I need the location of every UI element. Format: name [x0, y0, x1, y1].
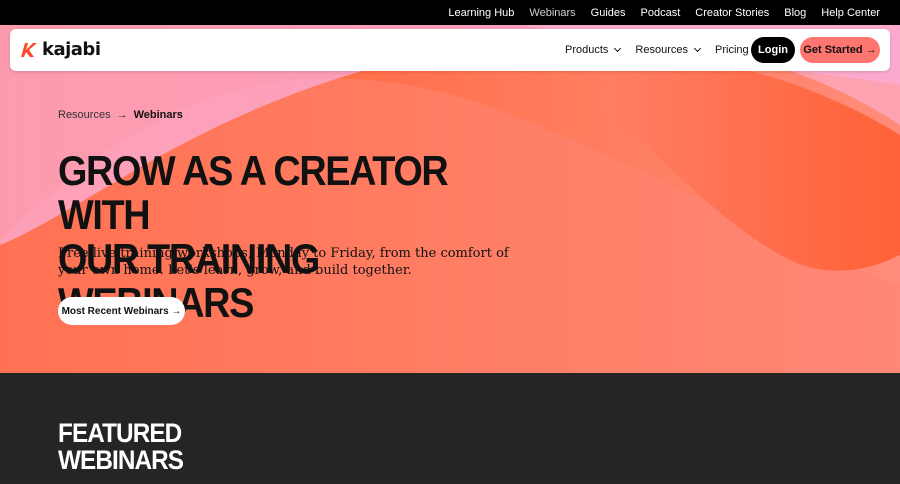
featured-webinars-heading: FEATURED WEBINARS: [58, 418, 184, 475]
utility-link-help-center[interactable]: Help Center: [821, 7, 880, 19]
nav-pricing[interactable]: Pricing: [715, 44, 749, 56]
chevron-down-icon: [614, 44, 622, 53]
utility-link-learning-hub[interactable]: Learning Hub: [448, 7, 514, 19]
chevron-down-icon: [693, 44, 702, 53]
utility-link-blog[interactable]: Blog: [784, 7, 806, 19]
page-title-line1: GROW AS A CREATOR WITH: [58, 147, 449, 238]
nav-resources-label: Resources: [635, 44, 688, 56]
main-navbar: kajabi Products Resources Pricing Login …: [10, 29, 890, 71]
utility-link-guides[interactable]: Guides: [591, 7, 626, 19]
hero-subtitle: Free live training workshops, Monday to …: [58, 246, 509, 278]
utility-nav: Learning Hub Webinars Guides Podcast Cre…: [448, 0, 880, 25]
kajabi-logo[interactable]: kajabi: [19, 39, 101, 60]
breadcrumb-arrow-icon: →: [116, 109, 128, 121]
featured-heading-line2: WEBINARS: [58, 445, 184, 475]
breadcrumb-resources[interactable]: Resources: [58, 109, 111, 121]
top-utility-bar: Learning Hub Webinars Guides Podcast Cre…: [0, 0, 900, 25]
utility-link-creator-stories[interactable]: Creator Stories: [695, 7, 769, 19]
login-button[interactable]: Login: [751, 37, 795, 63]
utility-link-podcast[interactable]: Podcast: [641, 7, 681, 19]
utility-link-webinars[interactable]: Webinars: [529, 7, 575, 19]
nav-pricing-label: Pricing: [715, 44, 749, 56]
kajabi-logo-icon: [21, 42, 37, 57]
primary-nav: Products Resources Pricing: [565, 29, 749, 71]
logo-text: kajabi: [42, 39, 101, 60]
nav-products[interactable]: Products: [565, 44, 622, 56]
nav-resources[interactable]: Resources: [635, 44, 702, 56]
get-started-button[interactable]: Get Started →: [800, 37, 880, 63]
breadcrumb: Resources → Webinars: [58, 109, 183, 121]
most-recent-webinars-button[interactable]: Most Recent Webinars →: [58, 297, 185, 325]
featured-heading-line1: FEATURED: [58, 418, 182, 448]
nav-products-label: Products: [565, 44, 609, 56]
breadcrumb-current: Webinars: [133, 109, 183, 121]
